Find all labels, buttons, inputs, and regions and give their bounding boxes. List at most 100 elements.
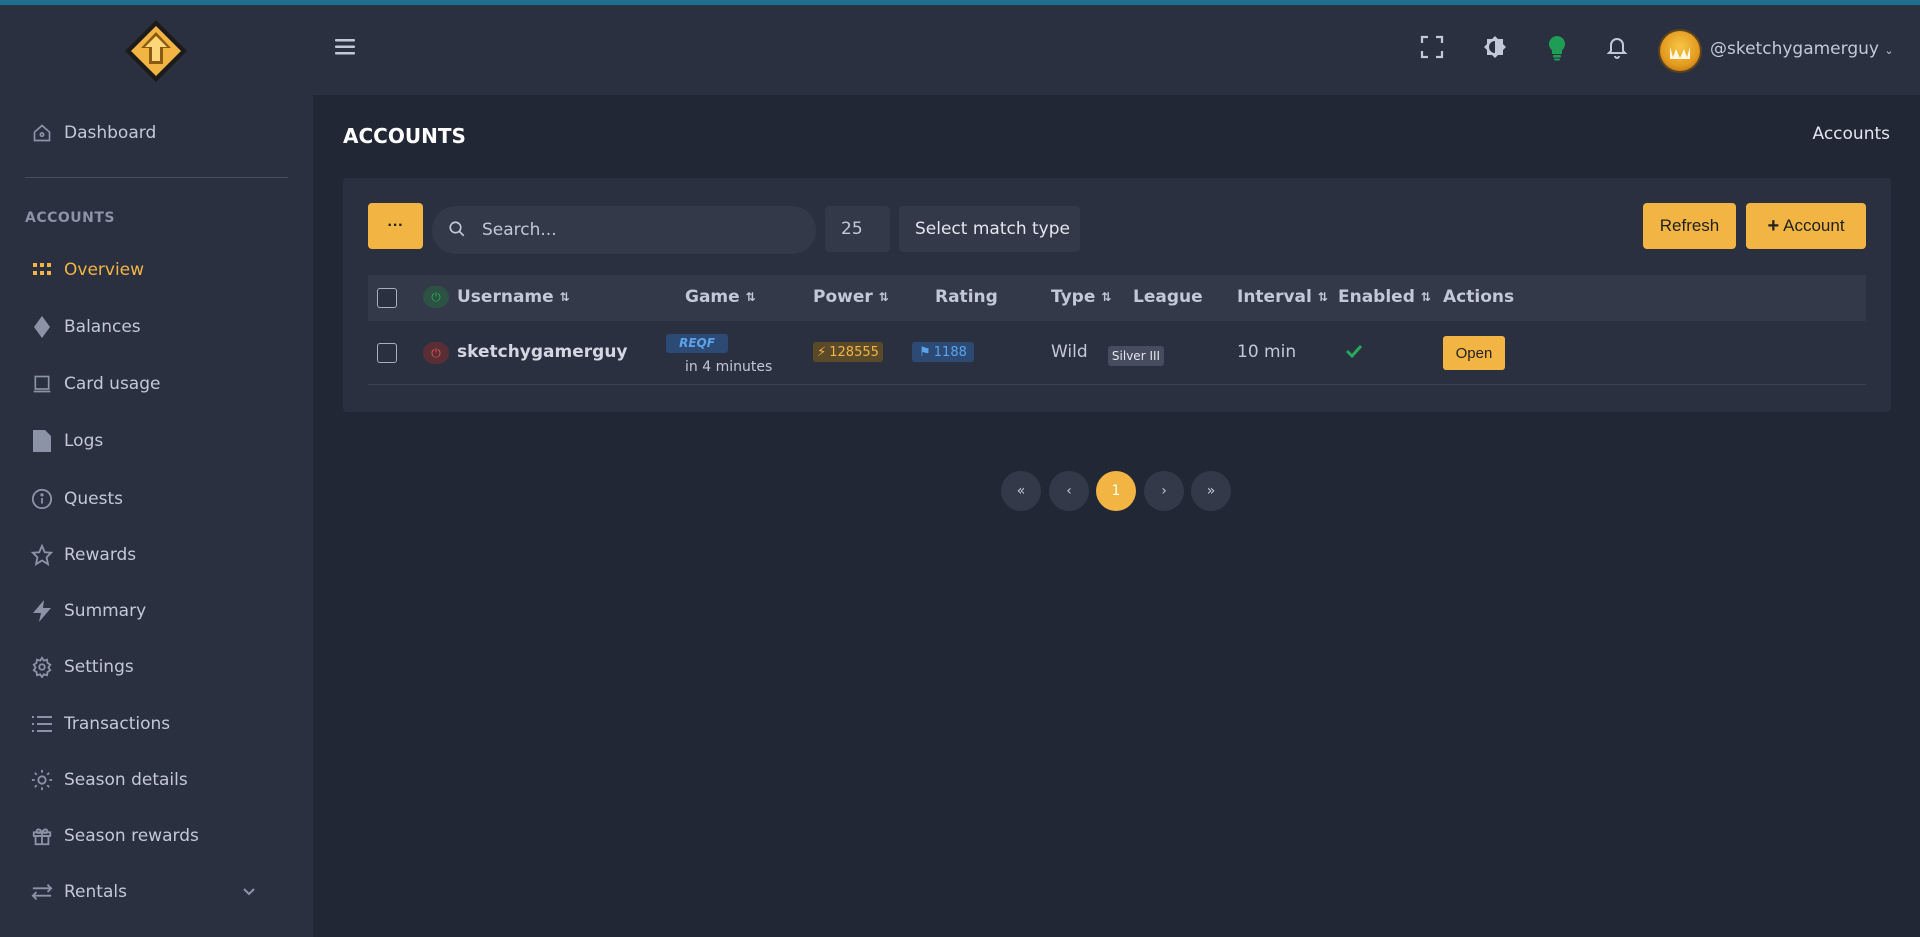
open-button[interactable]: Open xyxy=(1443,336,1505,370)
column-label: Rating xyxy=(935,287,998,307)
flag-icon: ⚑ xyxy=(919,344,931,360)
sidebar-item-quests[interactable]: Quests xyxy=(30,479,290,519)
sidebar-item-label: Balances xyxy=(64,317,141,337)
sun-icon xyxy=(30,768,54,792)
page-first-button[interactable]: « xyxy=(1001,471,1041,511)
page-next-button[interactable]: › xyxy=(1144,471,1184,511)
per-page-select[interactable]: 25 xyxy=(825,206,890,252)
sidebar-item-label: Settings xyxy=(64,657,134,677)
row-username: sketchygamerguy xyxy=(457,342,628,362)
column-label: League xyxy=(1133,287,1203,307)
add-account-button[interactable]: + Account xyxy=(1746,203,1866,249)
column-rating: Rating xyxy=(935,287,998,307)
user-menu[interactable]: @sketchygamerguy ⌄ xyxy=(1710,39,1894,59)
column-game[interactable]: Game ⇅ xyxy=(685,287,756,307)
menu-toggle-icon[interactable] xyxy=(335,38,355,60)
search-box xyxy=(432,206,816,254)
lightbulb-icon[interactable] xyxy=(1546,35,1568,65)
sort-icon: ⇅ xyxy=(1317,290,1328,304)
column-label: Power xyxy=(813,287,873,307)
table-header: ⏻ Username ⇅ Game ⇅ Power ⇅ Rating Type … xyxy=(368,275,1866,321)
match-type-select[interactable]: Select match type xyxy=(899,206,1080,252)
sidebar-item-label: Season details xyxy=(64,770,188,790)
column-label: Interval xyxy=(1237,287,1312,307)
sidebar-item-label: Summary xyxy=(64,601,147,621)
bolt-icon: ⚡︎ xyxy=(817,344,827,360)
page-prev-button[interactable]: ‹ xyxy=(1049,471,1089,511)
bolt-icon xyxy=(30,599,54,623)
sidebar-item-rewards[interactable]: Rewards xyxy=(30,535,290,575)
sidebar-item-season-rewards[interactable]: Season rewards xyxy=(30,816,290,856)
more-options-button[interactable]: ··· xyxy=(368,203,423,249)
sidebar-item-dashboard[interactable]: Dashboard xyxy=(30,113,290,153)
chevron-down-icon[interactable] xyxy=(243,884,255,900)
theme-toggle-icon[interactable] xyxy=(1483,35,1507,63)
column-power[interactable]: Power ⇅ xyxy=(813,287,889,307)
sidebar-item-balances[interactable]: Balances xyxy=(30,307,290,347)
gift-icon xyxy=(30,824,54,848)
top-accent-line xyxy=(0,0,1920,5)
table-row: ⏻ sketchygamerguy REQF in 4 minutes ⚡︎ 1… xyxy=(368,321,1866,385)
sort-icon: ⇅ xyxy=(745,290,756,304)
file-icon xyxy=(30,429,54,453)
sort-icon: ⇅ xyxy=(559,290,570,304)
gear-icon xyxy=(30,655,54,679)
column-username[interactable]: Username ⇅ xyxy=(457,287,570,307)
enabled-check-icon xyxy=(1345,343,1363,363)
sidebar-item-label: Rewards xyxy=(64,545,137,565)
column-label: Enabled xyxy=(1338,287,1415,307)
sidebar-item-transactions[interactable]: Transactions xyxy=(30,704,290,744)
fullscreen-icon[interactable] xyxy=(1420,35,1444,63)
column-label: Actions xyxy=(1443,287,1515,307)
row-type: Wild xyxy=(1051,342,1088,362)
sidebar-item-rentals[interactable]: Rentals xyxy=(30,872,290,912)
column-league: League xyxy=(1133,287,1203,307)
card-icon xyxy=(30,372,54,396)
column-enabled[interactable]: Enabled ⇅ xyxy=(1338,287,1431,307)
accounts-card: ··· 25 Select match type Refresh + Accou… xyxy=(343,178,1891,412)
select-all-checkbox[interactable] xyxy=(377,288,397,308)
refresh-button[interactable]: Refresh xyxy=(1643,203,1736,249)
avatar[interactable] xyxy=(1660,31,1700,71)
rating-badge: ⚑ 1188 xyxy=(912,342,974,362)
league-badge: Silver III xyxy=(1108,346,1164,366)
column-interval[interactable]: Interval ⇅ xyxy=(1237,287,1328,307)
rating-value: 1188 xyxy=(933,344,967,360)
diamond-icon xyxy=(30,315,54,339)
logo[interactable] xyxy=(123,18,189,84)
power-icon[interactable]: ⏻ xyxy=(423,286,449,308)
row-checkbox[interactable] xyxy=(377,343,397,363)
add-account-label: Account xyxy=(1783,216,1845,235)
power-icon[interactable]: ⏻ xyxy=(423,342,449,364)
breadcrumb[interactable]: Accounts xyxy=(1813,124,1891,144)
star-icon xyxy=(30,543,54,567)
page-title: ACCOUNTS xyxy=(343,124,466,148)
page-last-button[interactable]: » xyxy=(1191,471,1231,511)
sidebar-item-label: Transactions xyxy=(64,714,171,734)
column-actions: Actions xyxy=(1443,287,1514,307)
sidebar-item-logs[interactable]: Logs xyxy=(30,421,290,461)
sidebar-item-label: Quests xyxy=(64,489,123,509)
page-current-button[interactable]: 1 xyxy=(1096,471,1136,511)
plus-icon: + xyxy=(1767,214,1780,237)
sort-icon: ⇅ xyxy=(878,290,889,304)
top-header: @sketchygamerguy ⌄ xyxy=(313,5,1920,95)
search-icon xyxy=(448,220,466,242)
sidebar-item-card-usage[interactable]: Card usage xyxy=(30,364,290,404)
search-input[interactable] xyxy=(482,206,802,254)
sidebar-item-settings[interactable]: Settings xyxy=(30,647,290,687)
power-badge: ⚡︎ 128555 xyxy=(813,342,883,362)
sidebar-item-label: Season rewards xyxy=(64,826,199,846)
sidebar-item-label: Card usage xyxy=(64,374,161,394)
sidebar-item-label: Overview xyxy=(64,260,145,280)
notification-bell-icon[interactable] xyxy=(1605,35,1629,63)
home-icon xyxy=(30,121,54,145)
sidebar: Dashboard ACCOUNTS Overview Balances Car… xyxy=(0,0,313,937)
column-type[interactable]: Type ⇅ xyxy=(1051,287,1111,307)
sidebar-item-label: Rentals xyxy=(64,882,127,902)
column-label: Username xyxy=(457,287,554,307)
sidebar-item-season-details[interactable]: Season details xyxy=(30,760,290,800)
list-icon xyxy=(30,712,54,736)
sidebar-item-summary[interactable]: Summary xyxy=(30,591,290,631)
sidebar-item-overview[interactable]: Overview xyxy=(30,250,290,290)
